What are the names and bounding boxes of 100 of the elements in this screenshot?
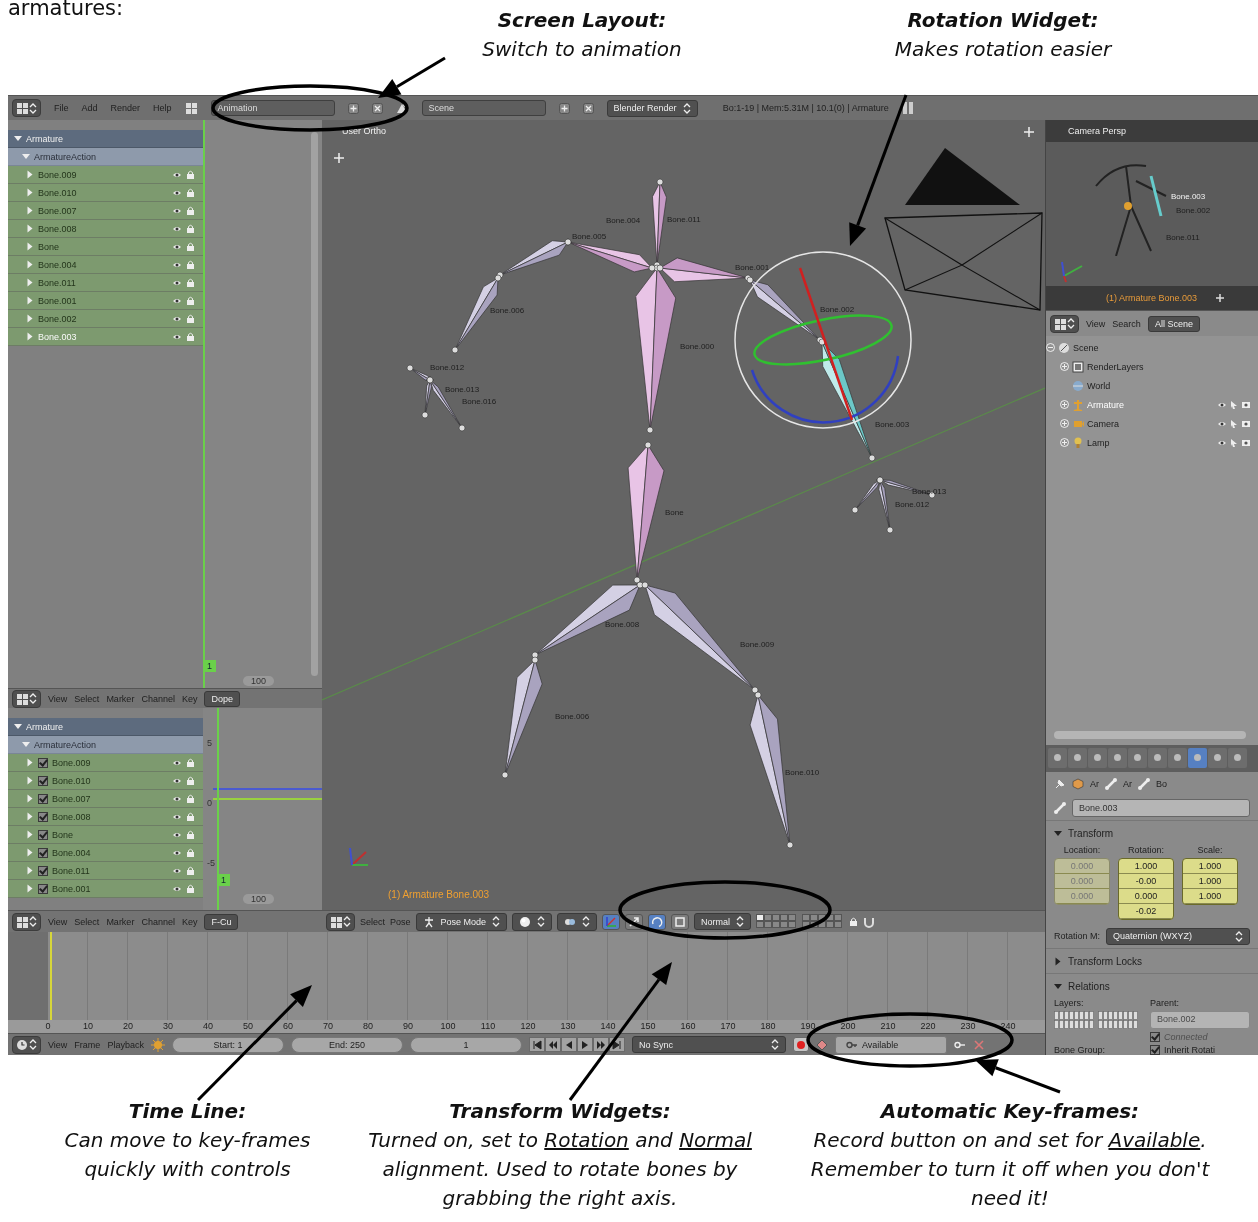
channel-row[interactable]: Bone.010: [8, 772, 203, 790]
expand-toggle-icon[interactable]: [1060, 419, 1069, 428]
plus-icon[interactable]: [333, 152, 345, 164]
scrollbar[interactable]: [1054, 731, 1246, 739]
display-mode-dropdown[interactable]: All Scene: [1147, 315, 1200, 332]
breadcrumb-item[interactable]: Bo: [1156, 779, 1167, 789]
menu-item[interactable]: Help: [153, 103, 172, 113]
start-frame-field[interactable]: Start: 1: [171, 1036, 284, 1053]
menu-item[interactable]: View: [48, 693, 68, 704]
channel-row[interactable]: Bone.011: [8, 274, 203, 292]
channel-row[interactable]: Bone.007: [8, 790, 203, 808]
lock-icon[interactable]: [186, 812, 195, 821]
menu-item[interactable]: Channel: [141, 693, 175, 704]
jump-start-button[interactable]: [528, 1037, 545, 1052]
channel-row[interactable]: Bone.001: [8, 292, 203, 310]
channel-row[interactable]: Bone.009: [8, 754, 203, 772]
manipulator-button[interactable]: [648, 913, 667, 930]
disclosure-triangle-icon[interactable]: [1054, 983, 1062, 989]
lock-icon[interactable]: [186, 794, 195, 803]
menu-item[interactable]: Add: [81, 103, 98, 113]
eye-icon[interactable]: [172, 830, 182, 839]
eye-icon[interactable]: [1217, 400, 1227, 409]
menu-item[interactable]: Playback: [107, 1039, 144, 1050]
camera-icon[interactable]: [1241, 438, 1251, 447]
channel-row[interactable]: Bone: [8, 826, 203, 844]
orientation-dropdown[interactable]: Normal: [694, 913, 752, 930]
number-field[interactable]: 1.000: [1183, 859, 1237, 874]
lock-icon[interactable]: [186, 188, 195, 197]
editor-type-button[interactable]: [12, 99, 41, 117]
tree-item[interactable]: RenderLayers: [1060, 357, 1258, 376]
lock-icon[interactable]: [186, 206, 195, 215]
menu-item[interactable]: Pose: [390, 916, 411, 927]
breadcrumb-item[interactable]: Ar: [1090, 779, 1099, 789]
lock-icon[interactable]: [186, 776, 195, 785]
channel-row[interactable]: Bone.004: [8, 844, 203, 862]
properties-tab[interactable]: [1048, 748, 1067, 768]
lock-icon[interactable]: [186, 314, 195, 323]
eye-icon[interactable]: [172, 206, 182, 215]
lock-icon[interactable]: [186, 830, 195, 839]
properties-tab[interactable]: [1228, 748, 1247, 768]
menu-item[interactable]: Key: [181, 693, 198, 704]
scene-field[interactable]: Scene: [421, 100, 546, 116]
expand-toggle-icon[interactable]: [1046, 343, 1055, 352]
rotation-mode-dropdown[interactable]: Quaternion (WXYZ): [1106, 927, 1250, 945]
number-field[interactable]: 1.000: [1183, 889, 1237, 904]
channel-row[interactable]: Bone.004: [8, 256, 203, 274]
zoom-readout[interactable]: 100: [243, 894, 275, 904]
layer-grid-icon[interactable]: [756, 914, 845, 929]
eye-icon[interactable]: [172, 314, 182, 323]
lock-icon[interactable]: [186, 242, 195, 251]
eye-icon[interactable]: [172, 278, 182, 287]
number-field[interactable]: 1.000: [1183, 874, 1237, 889]
checkbox[interactable]: [38, 865, 48, 876]
lock-icon[interactable]: [186, 278, 195, 287]
eye-icon[interactable]: [172, 332, 182, 341]
keyframe-list-icon[interactable]: [815, 1038, 828, 1051]
channel-row[interactable]: Bone.008: [8, 808, 203, 826]
panel-header[interactable]: Transform Locks: [1046, 948, 1258, 973]
camera-icon[interactable]: [1241, 419, 1251, 428]
number-field[interactable]: -0.00: [1119, 874, 1173, 889]
menu-item[interactable]: Select: [74, 693, 100, 704]
eye-icon[interactable]: [172, 170, 182, 179]
eye-icon[interactable]: [1217, 438, 1227, 447]
eye-icon[interactable]: [172, 260, 182, 269]
lock-icon[interactable]: [186, 848, 195, 857]
eye-icon[interactable]: [172, 812, 182, 821]
editor-type-button[interactable]: [12, 689, 41, 708]
lock-icon[interactable]: [186, 296, 195, 305]
screen-layout-icon[interactable]: [184, 102, 198, 114]
eye-icon[interactable]: [172, 848, 182, 857]
eye-icon[interactable]: [172, 776, 182, 785]
tree-item[interactable]: World: [1060, 376, 1258, 395]
menu-item[interactable]: Select: [74, 916, 100, 927]
eye-icon[interactable]: [172, 866, 182, 875]
menu-item[interactable]: Frame: [74, 1039, 101, 1050]
eye-icon[interactable]: [172, 224, 182, 233]
menu-item[interactable]: Select: [360, 916, 385, 927]
record-button[interactable]: [792, 1037, 809, 1052]
rotation-gizmo-drawing[interactable]: [734, 251, 912, 429]
menu-item[interactable]: Render: [110, 103, 141, 113]
plus-icon[interactable]: [1023, 126, 1035, 138]
checkbox[interactable]: [38, 775, 48, 786]
snap-icon[interactable]: [863, 915, 876, 928]
channel-row[interactable]: Armature: [8, 718, 203, 736]
expand-toggle-icon[interactable]: [1060, 400, 1069, 409]
lock-icon[interactable]: [186, 866, 195, 875]
editor-type-button[interactable]: [12, 1035, 41, 1054]
zoom-readout[interactable]: 100: [243, 676, 275, 686]
scrollbar[interactable]: [311, 132, 318, 676]
number-field[interactable]: -0.02: [1119, 904, 1173, 919]
expand-toggle-icon[interactable]: [1060, 362, 1069, 371]
number-field[interactable]: 0.000: [1119, 889, 1173, 904]
manipulator-toggle[interactable]: [602, 913, 621, 930]
lock-icon[interactable]: [186, 758, 195, 767]
lock-icon[interactable]: [186, 224, 195, 233]
eye-icon[interactable]: [172, 884, 182, 893]
properties-tab[interactable]: [1128, 748, 1147, 768]
channel-row[interactable]: Armature: [8, 130, 203, 148]
channel-row[interactable]: Bone: [8, 238, 203, 256]
add-icon[interactable]: [347, 102, 359, 114]
